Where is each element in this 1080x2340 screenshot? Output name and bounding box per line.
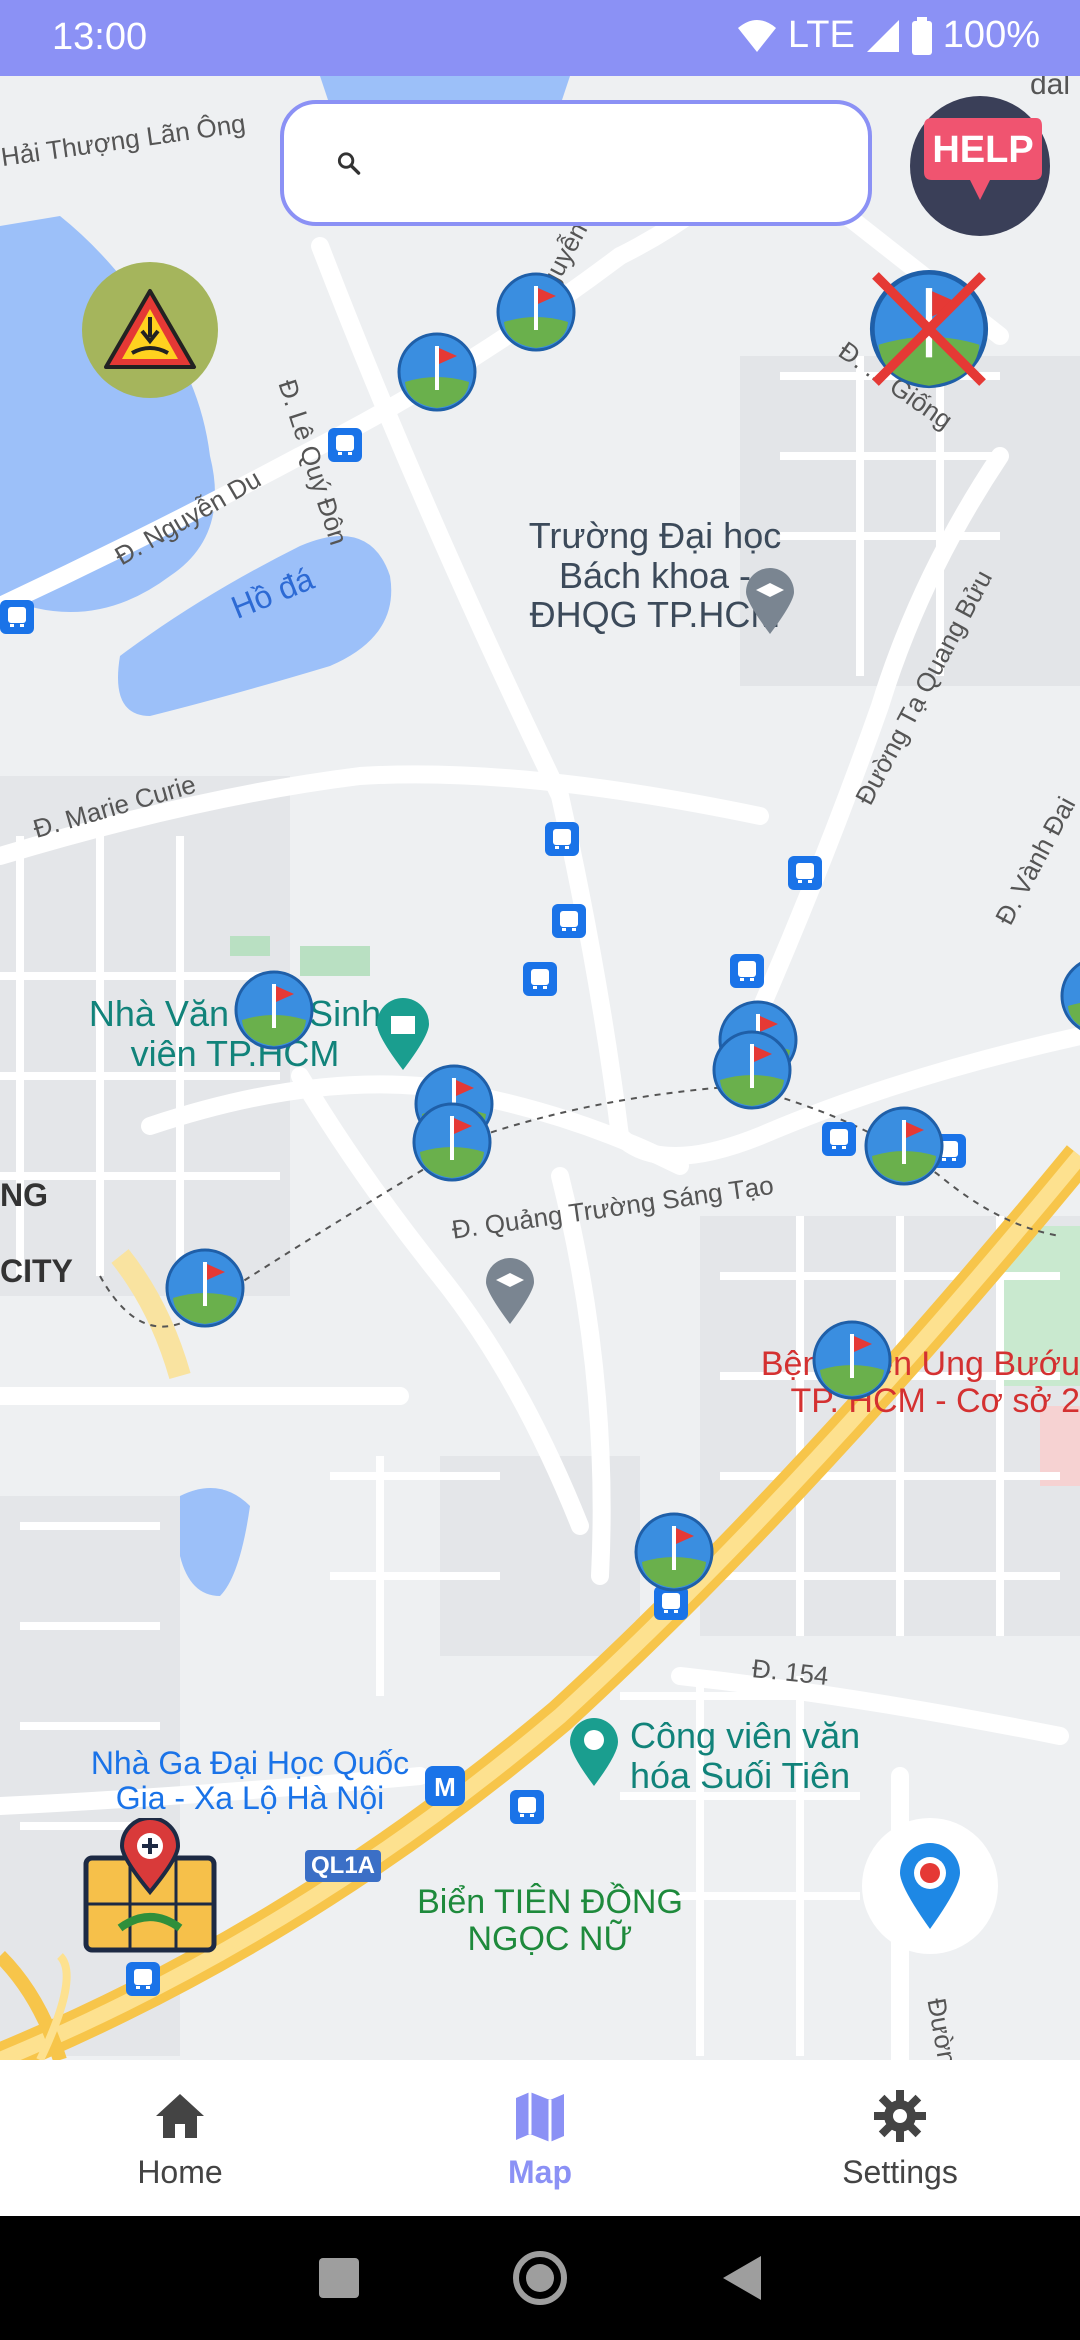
poi-label: Biển TIÊN ĐỒNG NGỌC NỮ	[417, 1883, 683, 1959]
home-icon	[156, 2093, 204, 2138]
svg-text:M: M	[434, 1772, 456, 1802]
flag-marker-icon[interactable]	[1060, 956, 1080, 1036]
nav-home[interactable]: Home	[0, 2060, 360, 2216]
search-bar[interactable]	[280, 100, 872, 226]
back-button-icon[interactable]	[719, 2254, 763, 2302]
flag-marker-icon[interactable]	[397, 332, 477, 412]
gear-icon	[874, 2089, 926, 2142]
bus-stop-icon[interactable]	[523, 962, 557, 996]
system-navigation-bar	[0, 2216, 1080, 2340]
poi-label: Bệnh viện Ung Bướu TP. HCM - Cơ sở 2	[760, 1345, 1080, 1421]
flag-marker-icon[interactable]	[234, 970, 314, 1050]
my-location-button[interactable]	[862, 1818, 998, 1954]
bottom-navigation: Home Map Settings	[0, 2060, 1080, 2216]
help-button[interactable]: HELP	[910, 96, 1050, 236]
bus-stop-icon[interactable]	[788, 856, 822, 890]
search-input[interactable]	[381, 142, 828, 184]
help-speech-bubble-icon: HELP	[924, 118, 1042, 200]
add-location-map-icon	[83, 1816, 217, 1953]
nav-map-label: Map	[508, 2153, 572, 2190]
battery-icon	[911, 16, 932, 55]
university-icon	[746, 568, 794, 634]
flag-marker-icon[interactable]	[496, 272, 576, 352]
poi-label: Nhà Ga Đại Học Quốc Gia - Xa Lộ Hà Nội	[90, 1745, 410, 1817]
recents-button-icon[interactable]	[317, 2256, 361, 2300]
bus-stop-icon[interactable]	[510, 1790, 544, 1824]
poi-label: Công viên văn hóa Suối Tiên	[630, 1715, 861, 1796]
university-icon	[486, 1258, 534, 1324]
status-time: 13:00	[52, 16, 148, 58]
bus-stop-icon[interactable]	[822, 1122, 856, 1156]
signal-icon	[866, 19, 899, 52]
landmark-icon	[377, 998, 429, 1070]
nav-settings[interactable]: Settings	[720, 2060, 1080, 2216]
bus-stop-icon[interactable]	[730, 954, 764, 988]
status-bar: 13:00 LTE 100%	[0, 0, 1080, 76]
add-place-button[interactable]	[80, 1816, 220, 1958]
warning-icon	[104, 289, 196, 369]
map-view[interactable]: Hải Thượng Lãn Ông Đ. Lê Quý Đôn Đ. Nguy…	[0, 76, 1080, 2060]
nav-home-label: Home	[137, 2153, 223, 2190]
map-icon	[516, 2091, 564, 2142]
bus-stop-icon[interactable]	[126, 1962, 160, 1996]
flag-marker-icon[interactable]	[412, 1102, 492, 1182]
bus-stop-icon[interactable]	[545, 822, 579, 856]
search-icon	[337, 152, 361, 175]
nav-settings-label: Settings	[842, 2153, 958, 2190]
network-label: LTE	[787, 14, 855, 56]
location-pin-icon	[900, 1843, 960, 1929]
bus-stop-icon[interactable]	[0, 600, 34, 634]
highway-badge: QL1A	[305, 1850, 382, 1882]
flag-marker-icon[interactable]	[812, 1320, 892, 1400]
area-label: NG	[0, 1177, 48, 1213]
area-label: CITY	[0, 1253, 73, 1289]
home-button-icon[interactable]	[511, 2249, 569, 2307]
wifi-icon	[737, 19, 776, 52]
flag-marker-icon[interactable]	[634, 1512, 714, 1592]
flag-marker-disabled-icon[interactable]	[866, 266, 992, 392]
nav-map[interactable]: Map	[360, 2060, 720, 2216]
bus-stop-icon[interactable]	[552, 904, 586, 938]
status-indicators: LTE 100%	[736, 14, 1040, 57]
bus-stop-icon[interactable]	[328, 428, 362, 462]
help-label: HELP	[932, 129, 1033, 171]
battery-level: 100%	[942, 14, 1040, 56]
metro-icon: M	[425, 1766, 465, 1806]
flag-marker-icon[interactable]	[712, 1030, 792, 1110]
park-icon	[570, 1718, 618, 1786]
hazard-report-button[interactable]	[82, 262, 218, 398]
flag-marker-icon[interactable]	[864, 1106, 944, 1186]
flag-marker-icon[interactable]	[165, 1248, 245, 1328]
